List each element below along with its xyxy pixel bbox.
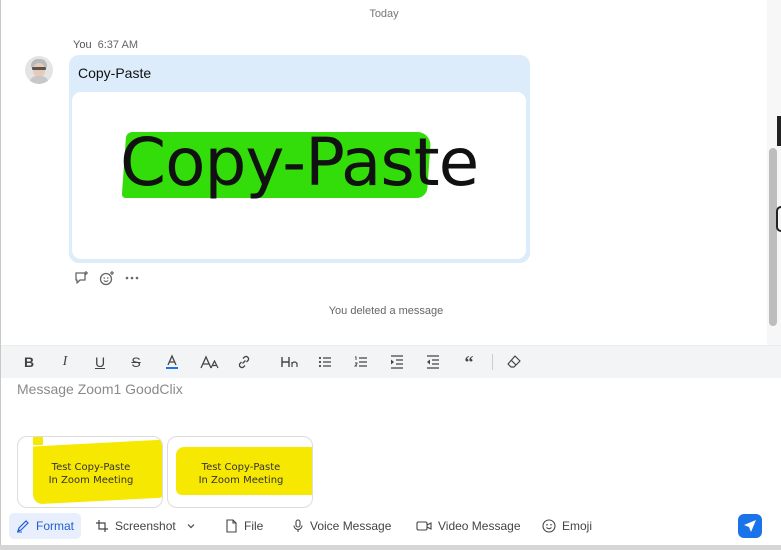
italic-icon[interactable]: I bbox=[56, 353, 74, 371]
font-color-icon[interactable] bbox=[163, 353, 181, 371]
font-size-icon[interactable] bbox=[199, 353, 221, 371]
emoji-label: Emoji bbox=[562, 519, 593, 533]
numbered-list-icon[interactable] bbox=[352, 353, 370, 371]
composer-toolbar: Format Screenshot File Voice Message Vid… bbox=[1, 508, 781, 545]
file-label: File bbox=[244, 519, 264, 533]
toolbar-divider bbox=[492, 354, 493, 370]
clear-format-icon[interactable] bbox=[505, 353, 523, 371]
video-message-label: Video Message bbox=[438, 519, 521, 533]
add-reaction-icon[interactable] bbox=[99, 270, 115, 286]
date-divider: Today bbox=[369, 8, 399, 20]
attachment-text-line2: In Zoom Meeting bbox=[198, 475, 284, 486]
chevron-down-icon bbox=[187, 524, 195, 529]
emoji-icon bbox=[542, 519, 556, 533]
attachment-thumbnail[interactable]: Test Copy-Paste In Zoom Meeting bbox=[17, 436, 163, 508]
message-text: Copy-Paste bbox=[78, 65, 152, 81]
file-button[interactable]: File bbox=[225, 513, 263, 539]
message-bubble[interactable]: Copy-Paste Copy-Paste bbox=[69, 55, 530, 263]
bulleted-list-icon[interactable] bbox=[316, 353, 334, 371]
attachment-text-line1: Test Copy-Paste bbox=[51, 462, 131, 473]
message-time: 6:37 AM bbox=[97, 39, 138, 51]
emoji-button[interactable]: Emoji bbox=[542, 513, 592, 539]
scrollbar-thumb[interactable] bbox=[769, 148, 777, 326]
avatar[interactable] bbox=[25, 56, 53, 84]
background-window-edge bbox=[776, 206, 781, 232]
send-button[interactable] bbox=[738, 514, 762, 538]
bold-icon[interactable]: B bbox=[20, 353, 38, 371]
video-message-button[interactable]: Video Message bbox=[416, 513, 521, 539]
image-text: Copy-Paste bbox=[120, 124, 479, 201]
more-icon[interactable] bbox=[124, 270, 140, 286]
chat-area: Today You 6:37 AM Copy-Paste Copy-Paste … bbox=[1, 0, 767, 345]
message-header: You 6:37 AM bbox=[73, 39, 138, 51]
heading-icon[interactable] bbox=[279, 353, 301, 371]
microphone-icon bbox=[293, 519, 303, 532]
link-icon[interactable] bbox=[235, 353, 253, 371]
screenshot-icon bbox=[96, 520, 108, 532]
format-label: Format bbox=[36, 519, 75, 533]
attachment-thumbnail[interactable]: Test Copy-Paste In Zoom Meeting bbox=[167, 436, 313, 508]
outdent-icon[interactable] bbox=[424, 353, 442, 371]
message-image[interactable]: Copy-Paste bbox=[72, 92, 526, 259]
screenshot-label: Screenshot bbox=[115, 519, 176, 533]
screenshot-button[interactable]: Screenshot bbox=[95, 513, 196, 539]
deleted-message-notice: You deleted a message bbox=[328, 305, 444, 317]
reply-icon[interactable] bbox=[74, 270, 90, 286]
video-camera-icon bbox=[416, 521, 432, 531]
voice-message-label: Voice Message bbox=[310, 519, 392, 533]
voice-message-button[interactable]: Voice Message bbox=[292, 513, 391, 539]
window-border bbox=[0, 545, 781, 550]
send-icon bbox=[744, 520, 756, 532]
file-icon bbox=[226, 519, 237, 533]
indent-icon[interactable] bbox=[388, 353, 406, 371]
background-window-edge bbox=[777, 116, 781, 146]
message-input[interactable] bbox=[17, 379, 617, 399]
format-toolbar: B I U S “ bbox=[1, 345, 781, 378]
message-actions bbox=[74, 270, 140, 286]
format-pen-icon bbox=[17, 520, 29, 533]
underline-icon[interactable]: U bbox=[91, 353, 109, 371]
strikethrough-icon[interactable]: S bbox=[127, 353, 145, 371]
sender-name[interactable]: You bbox=[73, 39, 92, 51]
format-button[interactable]: Format bbox=[9, 513, 82, 539]
attachment-text-line2: In Zoom Meeting bbox=[48, 475, 134, 486]
attachment-text-line1: Test Copy-Paste bbox=[201, 462, 281, 473]
quote-icon[interactable]: “ bbox=[460, 352, 478, 372]
